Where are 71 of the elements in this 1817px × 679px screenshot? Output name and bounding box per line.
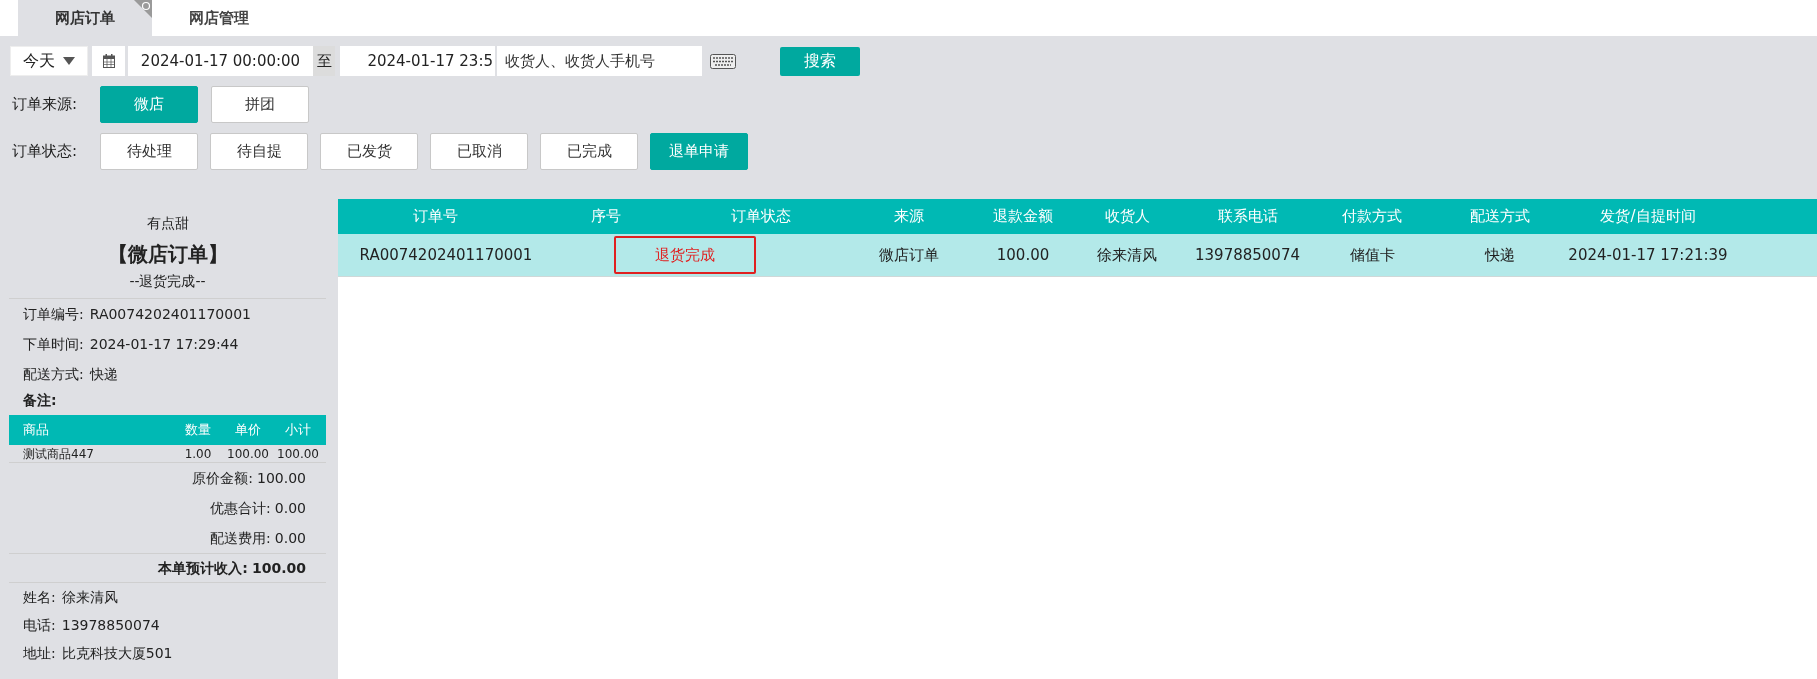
info-value: 快递 <box>89 364 118 384</box>
corner-check-icon <box>134 0 152 18</box>
item-cell-text: 测试商品447 <box>23 445 95 463</box>
customer-value: 比克科技大厦501 <box>61 643 173 663</box>
table-cell-text: 储值卡 <box>1348 244 1396 266</box>
shop-name: 有点甜 <box>145 214 190 233</box>
item-cell-text: 100.00 <box>276 445 320 463</box>
filter-button[interactable]: 拼团 <box>211 86 309 123</box>
filter-button[interactable]: 已取消 <box>430 133 528 170</box>
column-header: 订单号 <box>411 206 459 228</box>
column-header: 付款方式 <box>1341 206 1403 228</box>
period-dropdown[interactable]: 今天 <box>10 46 88 76</box>
table-row[interactable]: RA0074202401170001 退货完成 微店订单 100.00 徐来清风 13978850074 储值卡 快递 2024-01-17 17:21:39 <box>338 234 1817 277</box>
filter-button[interactable]: 待自提 <box>210 133 308 170</box>
column-header: 序号 <box>590 206 622 228</box>
note-label: 备注: <box>23 390 58 410</box>
total-label: 优惠合计: <box>210 498 271 518</box>
info-value: RA0074202401170001 <box>89 304 251 324</box>
table-cell-text: 徐来清风 <box>1096 244 1158 266</box>
column-header: 发货/自提时间 <box>1599 206 1697 228</box>
filter-button[interactable]: 已完成 <box>540 133 638 170</box>
income-label: 本单预计收入: <box>158 558 248 578</box>
item-cell-text: 100.00 <box>226 445 270 463</box>
column-header: 订单状态 <box>730 206 792 228</box>
table-cell-text: RA0074202401170001 <box>358 244 534 266</box>
info-label: 下单时间: <box>23 334 84 354</box>
filter-button[interactable]: 待处理 <box>100 133 198 170</box>
column-header: 退款金额 <box>992 206 1054 228</box>
column-header: 收货人 <box>1103 206 1151 228</box>
info-value: 2024-01-17 17:29:44 <box>89 334 239 354</box>
table-cell-text: 2024-01-17 17:21:39 <box>1568 244 1728 266</box>
receipt-status: --退货完成-- <box>128 272 207 291</box>
income-value: 100.00 <box>251 558 306 578</box>
caret-icon <box>63 57 75 65</box>
info-label: 配送方式: <box>23 364 84 384</box>
column-header: 来源 <box>892 206 925 228</box>
column-header: 商品 <box>23 421 50 440</box>
status-cell: 退货完成 <box>614 236 756 274</box>
total-label: 原价金额: <box>192 468 253 488</box>
table-cell-text: 13978850074 <box>1194 244 1301 266</box>
keyboard-icon[interactable] <box>710 53 736 69</box>
customer-value: 13978850074 <box>61 615 160 635</box>
table-cell-text: 微店订单 <box>877 244 940 266</box>
item-cell-text: 1.00 <box>183 445 213 463</box>
receipt-title: 【微店订单】 <box>106 241 229 267</box>
calendar-icon <box>102 54 115 68</box>
column-header: 小计 <box>284 421 312 440</box>
column-header: 联系电话 <box>1216 206 1279 228</box>
total-label: 配送费用: <box>210 528 271 548</box>
filter-button[interactable]: 已发货 <box>320 133 418 170</box>
info-label: 订单编号: <box>23 304 84 324</box>
customer-label: 电话: <box>23 615 56 635</box>
filter-label: 订单状态: <box>11 141 79 163</box>
total-value: 0.00 <box>274 498 306 518</box>
start-date-field[interactable]: 2024-01-17 00:00:00 <box>128 46 313 76</box>
search-field[interactable]: 收货人、收货人手机号 <box>497 46 702 76</box>
calendar-button[interactable] <box>92 46 125 76</box>
column-header: 单价 <box>234 421 262 440</box>
filter-label: 订单来源: <box>11 94 79 116</box>
column-header: 配送方式 <box>1469 206 1531 228</box>
total-value: 100.00 <box>257 468 306 488</box>
customer-value: 徐来清风 <box>61 587 118 607</box>
end-date-field[interactable]: 2024-01-17 23:5 <box>340 46 495 76</box>
total-value: 0.00 <box>274 528 306 548</box>
customer-label: 姓名: <box>23 587 56 607</box>
table-cell-text: 快递 <box>1483 244 1516 266</box>
range-separator: 至 <box>313 46 335 76</box>
table-cell-text: 100.00 <box>995 244 1051 266</box>
customer-label: 地址: <box>23 643 56 663</box>
column-header: 数量 <box>184 421 212 440</box>
tab[interactable]: 网店订单 <box>18 0 152 36</box>
